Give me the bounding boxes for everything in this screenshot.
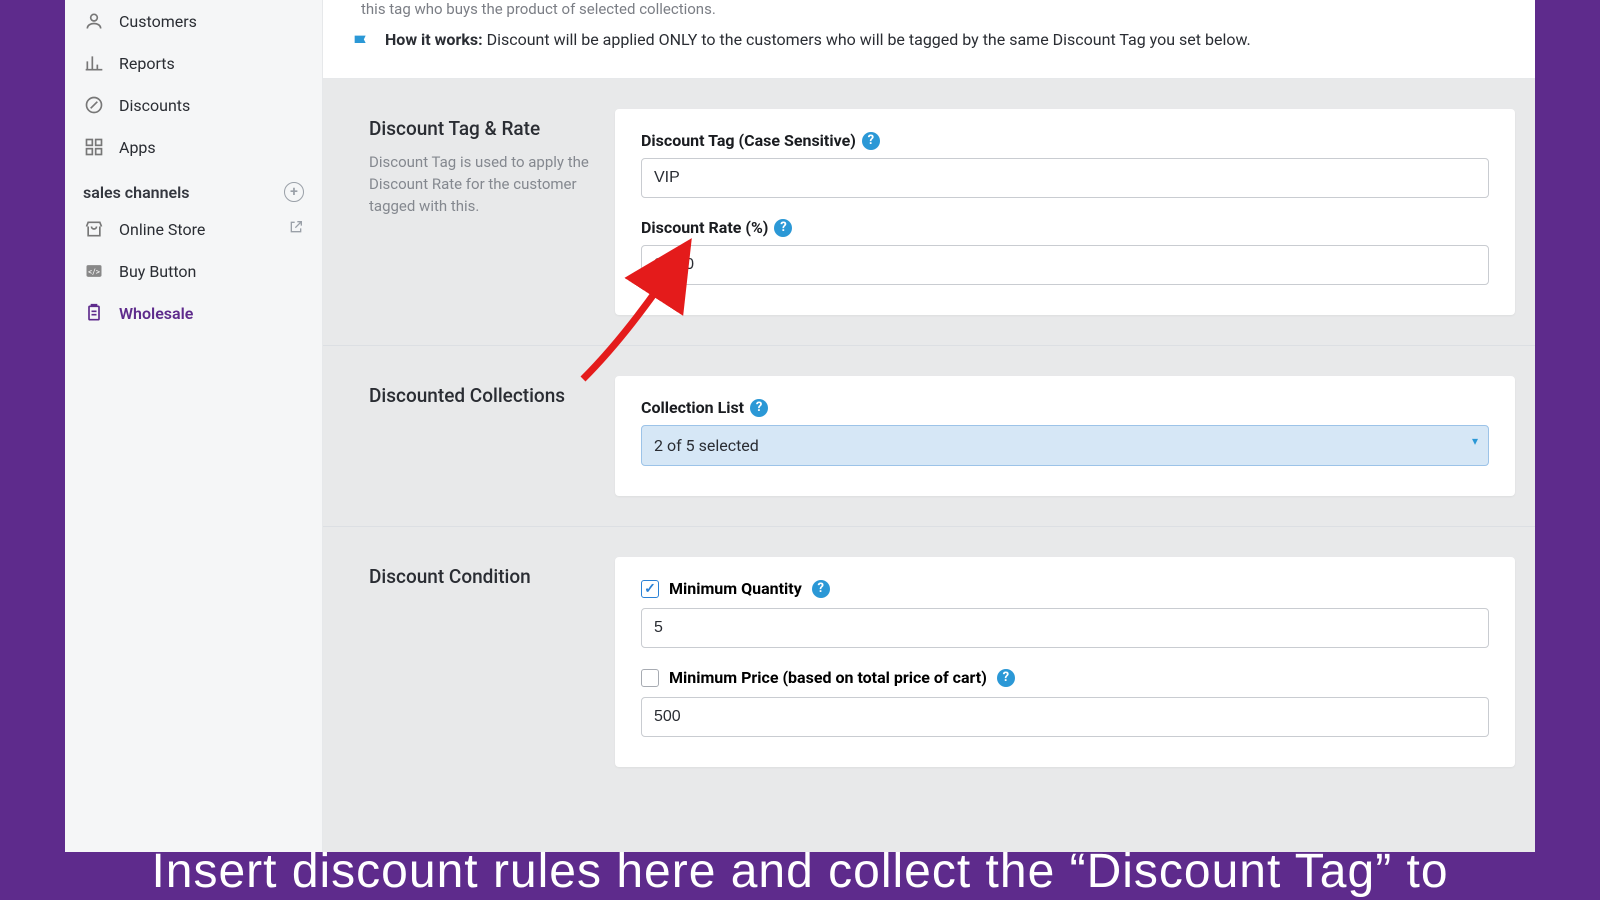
min-qty-input[interactable] bbox=[641, 608, 1489, 648]
channel-online-store[interactable]: Online Store bbox=[65, 208, 322, 250]
discount-tag-input[interactable] bbox=[641, 158, 1489, 198]
discount-tag-rate-block: Discount Tag & Rate Discount Tag is used… bbox=[323, 79, 1535, 346]
user-icon bbox=[83, 10, 105, 32]
nav-discounts[interactable]: Discounts bbox=[65, 84, 322, 126]
block1-desc: Discount Tag is used to apply the Discou… bbox=[369, 152, 595, 217]
svg-text:</>: </> bbox=[88, 267, 101, 277]
clipboard-icon bbox=[83, 302, 105, 324]
min-qty-label: Minimum Quantity bbox=[669, 579, 802, 598]
add-channel-button[interactable]: + bbox=[284, 182, 304, 202]
channel-label: Online Store bbox=[119, 220, 205, 239]
channel-label: Wholesale bbox=[119, 304, 193, 323]
discount-rate-label: Discount Rate (%) bbox=[641, 218, 768, 237]
block2-title: Discounted Collections bbox=[369, 384, 595, 407]
app-window: Customers Reports Discounts Apps sales c… bbox=[65, 0, 1535, 852]
help-icon[interactable]: ? bbox=[812, 580, 830, 598]
nav-label: Customers bbox=[119, 12, 197, 31]
channel-label: Buy Button bbox=[119, 262, 196, 281]
how-it-works-text: How it works: Discount will be applied O… bbox=[385, 30, 1251, 49]
info-banner: this tag who buys the product of selecte… bbox=[323, 0, 1535, 79]
store-icon bbox=[83, 218, 105, 240]
nav-reports[interactable]: Reports bbox=[65, 42, 322, 84]
block3-aside: Discount Condition bbox=[339, 557, 615, 767]
block3-card: Minimum Quantity ? Minimum Price (based … bbox=[615, 557, 1515, 767]
how-it-works-label: How it works: bbox=[385, 30, 483, 49]
help-icon[interactable]: ? bbox=[750, 399, 768, 417]
block3-title: Discount Condition bbox=[369, 565, 595, 588]
discount-rate-input[interactable] bbox=[641, 245, 1489, 285]
min-price-checkbox[interactable] bbox=[641, 669, 659, 687]
discount-condition-block: Discount Condition Minimum Quantity ? Mi… bbox=[323, 527, 1535, 797]
discount-icon bbox=[83, 94, 105, 116]
sidebar: Customers Reports Discounts Apps sales c… bbox=[65, 0, 323, 852]
help-icon[interactable]: ? bbox=[862, 132, 880, 150]
apps-icon bbox=[83, 136, 105, 158]
how-it-works-desc: Discount will be applied ONLY to the cus… bbox=[487, 30, 1251, 49]
external-link-icon[interactable] bbox=[288, 219, 304, 239]
main-content: this tag who buys the product of selecte… bbox=[323, 0, 1535, 852]
min-price-label: Minimum Price (based on total price of c… bbox=[669, 668, 987, 687]
nav-apps[interactable]: Apps bbox=[65, 126, 322, 168]
min-qty-checkbox[interactable] bbox=[641, 580, 659, 598]
block2-card: Collection List ? 2 of 5 selected bbox=[615, 376, 1515, 496]
flag-icon bbox=[351, 32, 373, 60]
collection-select-text: 2 of 5 selected bbox=[654, 436, 759, 455]
reports-icon bbox=[83, 52, 105, 74]
nav-label: Apps bbox=[119, 138, 156, 157]
nav-label: Reports bbox=[119, 54, 175, 73]
banner-partial-text: this tag who buys the product of selecte… bbox=[361, 0, 1507, 18]
block1-title: Discount Tag & Rate bbox=[369, 117, 595, 140]
nav-label: Discounts bbox=[119, 96, 190, 115]
block1-card: Discount Tag (Case Sensitive) ? Discount… bbox=[615, 109, 1515, 315]
discount-tag-label: Discount Tag (Case Sensitive) bbox=[641, 131, 856, 150]
slide-caption: Insert discount rules here and collect t… bbox=[65, 846, 1535, 899]
help-icon[interactable]: ? bbox=[997, 669, 1015, 687]
min-price-input[interactable] bbox=[641, 697, 1489, 737]
block2-aside: Discounted Collections bbox=[339, 376, 615, 496]
channel-buy-button[interactable]: </> Buy Button bbox=[65, 250, 322, 292]
sales-channels-label: sales channels bbox=[83, 183, 190, 202]
code-icon: </> bbox=[83, 260, 105, 282]
discounted-collections-block: Discounted Collections Collection List ?… bbox=[323, 346, 1535, 527]
collection-select[interactable]: 2 of 5 selected bbox=[641, 425, 1489, 466]
collection-list-label: Collection List bbox=[641, 398, 744, 417]
sales-channels-header: sales channels + bbox=[65, 168, 322, 208]
channel-wholesale[interactable]: Wholesale bbox=[65, 292, 322, 334]
nav-customers[interactable]: Customers bbox=[65, 0, 322, 42]
help-icon[interactable]: ? bbox=[774, 219, 792, 237]
block1-aside: Discount Tag & Rate Discount Tag is used… bbox=[339, 109, 615, 315]
